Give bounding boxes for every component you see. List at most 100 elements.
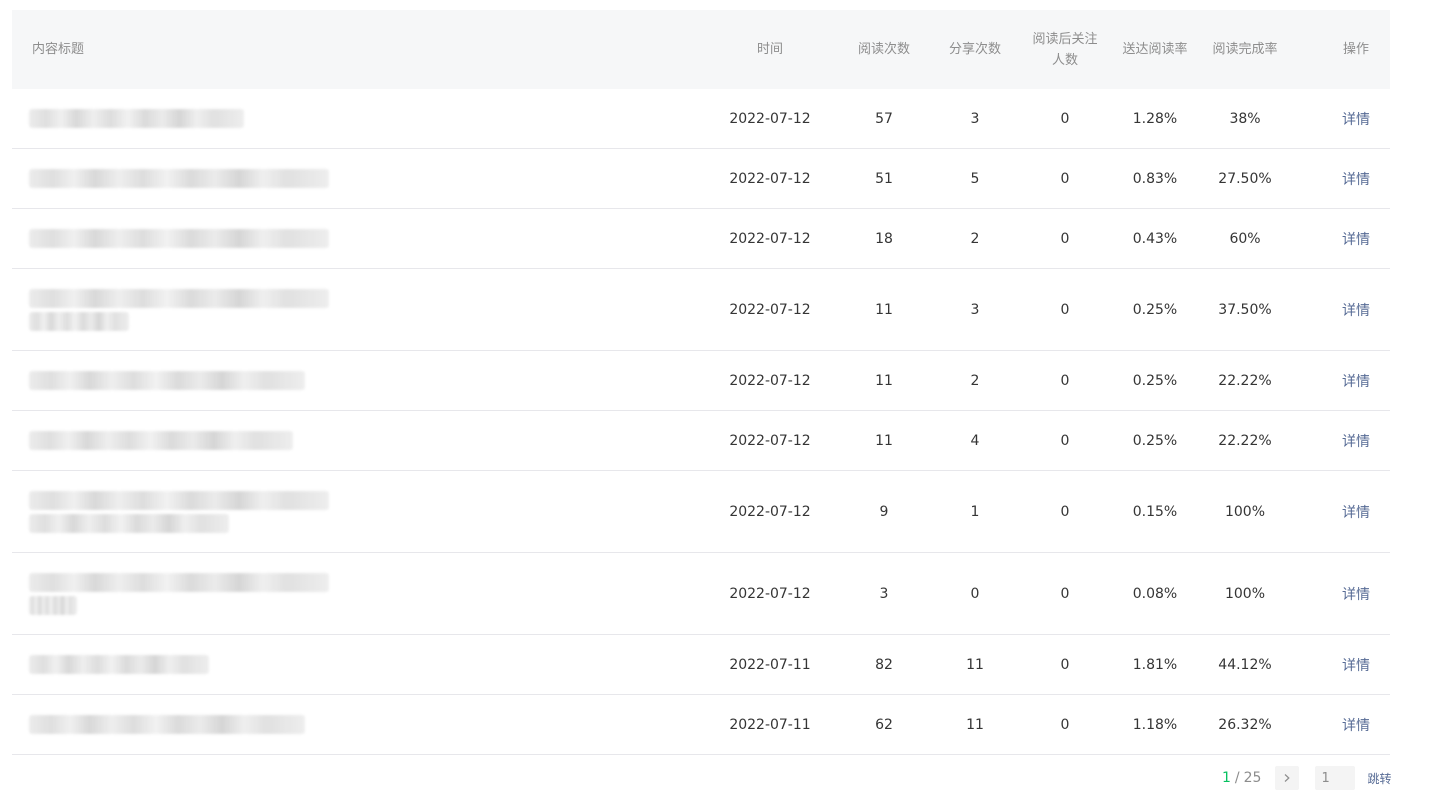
cell-delivery-rate: 0.15% (1132, 503, 1178, 520)
article-title-blurred[interactable] (29, 351, 329, 410)
blurred-title-text (29, 513, 229, 533)
blurred-title-text (29, 288, 329, 308)
cell-shares: 0 (970, 585, 980, 602)
cell-follows: 0 (1060, 656, 1070, 673)
cell-delivery-rate: 0.08% (1132, 585, 1178, 602)
header-action: 操作 (1342, 42, 1369, 57)
article-title-blurred[interactable] (29, 553, 329, 634)
article-title-blurred[interactable] (29, 411, 329, 470)
cell-completion-rate: 27.50% (1218, 170, 1272, 187)
table-row: 2022-07-11 62 11 0 1.18% 26.32% 详情 (12, 695, 1390, 755)
chevron-right-icon (1285, 774, 1291, 782)
cell-time: 2022-07-12 (729, 230, 811, 247)
cell-reads: 51 (875, 170, 893, 187)
cell-follows: 0 (1060, 585, 1070, 602)
cell-completion-rate: 38% (1229, 110, 1261, 127)
cell-follows: 0 (1060, 301, 1070, 318)
table-row: 2022-07-12 11 2 0 0.25% 22.22% 详情 (12, 351, 1390, 411)
cell-shares: 1 (970, 503, 980, 520)
cell-shares: 3 (970, 110, 980, 127)
cell-shares: 11 (966, 656, 984, 673)
cell-reads: 11 (875, 372, 893, 389)
cell-reads: 62 (875, 716, 893, 733)
table-row: 2022-07-12 3 0 0 0.08% 100% 详情 (12, 553, 1390, 635)
cell-completion-rate: 60% (1229, 230, 1261, 247)
cell-reads: 82 (875, 656, 893, 673)
header-completion-rate: 阅读完成率 (1212, 42, 1278, 57)
articles-table: 内容标题 时间 阅读次数 分享次数 阅读后关注人数 送达阅读率 阅读完成率 操作… (12, 10, 1390, 755)
article-title-blurred[interactable] (29, 89, 329, 148)
cell-delivery-rate: 0.43% (1132, 230, 1178, 247)
cell-time: 2022-07-12 (729, 503, 811, 520)
table-row: 2022-07-12 9 1 0 0.15% 100% 详情 (12, 471, 1390, 553)
article-title-blurred[interactable] (29, 635, 329, 694)
current-page: 1 (1222, 770, 1231, 786)
cell-time: 2022-07-12 (729, 301, 811, 318)
table-row: 2022-07-12 11 3 0 0.25% 37.50% 详情 (12, 269, 1390, 351)
detail-link[interactable]: 详情 (1326, 351, 1386, 410)
detail-link[interactable]: 详情 (1326, 209, 1386, 268)
page-number-input[interactable] (1315, 766, 1356, 790)
jump-button[interactable]: 跳转 (1367, 770, 1391, 787)
article-title-blurred[interactable] (29, 149, 329, 208)
cell-delivery-rate: 1.28% (1132, 110, 1178, 127)
cell-reads: 11 (875, 432, 893, 449)
cell-follows: 0 (1060, 230, 1070, 247)
cell-reads: 3 (879, 585, 889, 602)
cell-shares: 11 (966, 716, 984, 733)
cell-delivery-rate: 1.18% (1132, 716, 1178, 733)
detail-link[interactable]: 详情 (1326, 411, 1386, 470)
detail-link[interactable]: 详情 (1326, 269, 1386, 350)
blurred-title-text (29, 169, 329, 188)
cell-delivery-rate: 0.25% (1132, 372, 1178, 389)
blurred-title-text (29, 655, 209, 674)
cell-time: 2022-07-12 (729, 432, 811, 449)
total-pages: 25 (1243, 770, 1262, 786)
detail-link[interactable]: 详情 (1326, 553, 1386, 634)
article-title-blurred[interactable] (29, 209, 329, 268)
table-row: 2022-07-12 51 5 0 0.83% 27.50% 详情 (12, 149, 1390, 209)
detail-link[interactable]: 详情 (1326, 471, 1386, 552)
cell-shares: 3 (970, 301, 980, 318)
header-time: 时间 (756, 42, 783, 57)
cell-completion-rate: 37.50% (1218, 301, 1272, 318)
cell-completion-rate: 44.12% (1218, 656, 1272, 673)
article-title-blurred[interactable] (29, 269, 329, 350)
cell-follows: 0 (1060, 372, 1070, 389)
cell-reads: 9 (879, 503, 889, 520)
cell-delivery-rate: 0.25% (1132, 301, 1178, 318)
header-title: 内容标题 (32, 42, 85, 57)
header-shares: 分享次数 (948, 42, 1001, 57)
table-row: 2022-07-12 18 2 0 0.43% 60% 详情 (12, 209, 1390, 269)
cell-shares: 4 (970, 432, 980, 449)
blurred-title-text (29, 311, 129, 331)
blurred-title-text (29, 371, 305, 390)
next-page-button[interactable] (1275, 766, 1300, 790)
table-body: 2022-07-12 57 3 0 1.28% 38% 详情 2022-07-12 51 5 0 0.… (12, 89, 1390, 755)
table-row: 2022-07-12 11 4 0 0.25% 22.22% 详情 (12, 411, 1390, 471)
cell-follows: 0 (1060, 503, 1070, 520)
article-title-blurred[interactable] (29, 471, 329, 552)
table-row: 2022-07-12 57 3 0 1.28% 38% 详情 (12, 89, 1390, 149)
detail-link[interactable]: 详情 (1326, 89, 1386, 148)
article-title-blurred[interactable] (29, 695, 329, 754)
table-row: 2022-07-11 82 11 0 1.81% 44.12% 详情 (12, 635, 1390, 695)
blurred-title-text (29, 229, 329, 248)
cell-delivery-rate: 0.25% (1132, 432, 1178, 449)
cell-time: 2022-07-11 (729, 716, 811, 733)
blurred-title-text (29, 595, 77, 615)
cell-shares: 2 (970, 230, 980, 247)
blurred-title-text (29, 490, 329, 510)
detail-link[interactable]: 详情 (1326, 149, 1386, 208)
cell-shares: 2 (970, 372, 980, 389)
cell-follows: 0 (1060, 432, 1070, 449)
detail-link[interactable]: 详情 (1326, 695, 1386, 754)
page-separator: / (1234, 770, 1240, 786)
table-header: 内容标题 时间 阅读次数 分享次数 阅读后关注人数 送达阅读率 阅读完成率 操作 (12, 10, 1390, 89)
cell-reads: 11 (875, 301, 893, 318)
cell-follows: 0 (1060, 716, 1070, 733)
blurred-title-text (29, 109, 244, 128)
cell-time: 2022-07-12 (729, 372, 811, 389)
detail-link[interactable]: 详情 (1326, 635, 1386, 694)
cell-completion-rate: 100% (1224, 585, 1266, 602)
